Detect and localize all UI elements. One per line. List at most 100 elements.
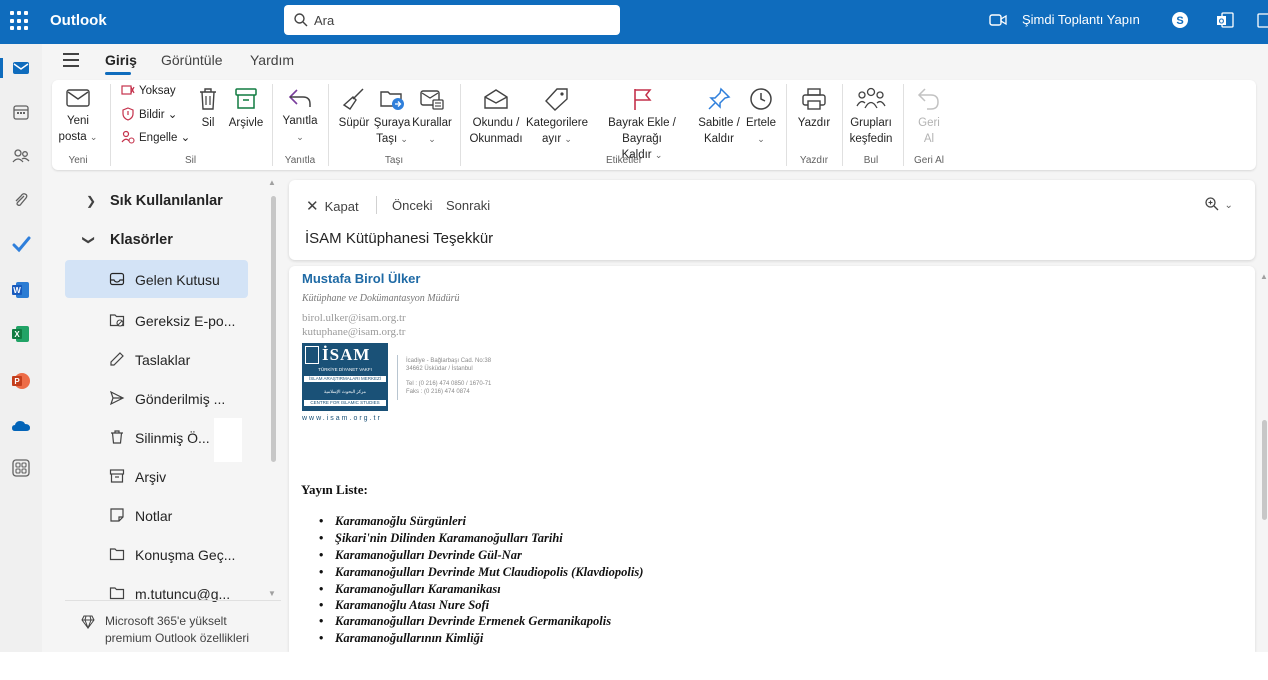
scroll-down-icon[interactable]: ▼ — [268, 589, 276, 598]
signature-email[interactable]: kutuphane@isam.org.tr — [302, 326, 405, 338]
signature-name: Mustafa Birol Ülker — [302, 271, 421, 286]
ribbon-separator — [842, 84, 843, 166]
menu-toggle-icon[interactable] — [63, 53, 81, 67]
new-mail-button[interactable]: Yeni posta ⌄ — [56, 86, 100, 145]
group-label-move: Taşı — [384, 155, 404, 166]
folder-label: Gereksiz E-po... — [135, 313, 236, 329]
group-label-delete: Sil — [184, 155, 197, 166]
diamond-icon — [81, 615, 95, 629]
favorites-header[interactable]: Sık Kullanılanlar — [110, 193, 223, 209]
archive-icon — [235, 88, 257, 109]
folder-item-sent[interactable]: Gönderilmiş ... — [65, 379, 248, 417]
folder-item-junk[interactable]: Gereksiz E-po... — [65, 301, 248, 339]
delete-button[interactable]: Sil — [193, 86, 223, 131]
delete-label: Sil — [201, 117, 215, 129]
groups-icon — [856, 87, 886, 109]
powerpoint-icon[interactable]: P — [11, 371, 31, 391]
search-box[interactable]: Ara — [284, 5, 620, 35]
archive-button[interactable]: Arşivle — [228, 86, 264, 131]
reading-header — [289, 180, 1255, 260]
svg-text:O: O — [1219, 19, 1225, 26]
people-icon[interactable] — [11, 146, 31, 166]
app-title[interactable]: Outlook — [50, 12, 107, 29]
word-icon[interactable]: W — [11, 280, 31, 300]
ribbon-separator — [460, 84, 461, 166]
chevron-down-icon: ⌄ — [167, 109, 178, 121]
flag-button[interactable]: Bayrak Ekle / Bayrağı Kaldır ⌄ — [589, 86, 695, 163]
find-groups-label-1: Grupları — [850, 117, 892, 129]
folder-item-archive[interactable]: Arşiv — [65, 457, 248, 495]
rules-button[interactable]: Kurallar ⌄ — [412, 86, 452, 147]
meet-now-button[interactable]: Şimdi Toplantı Yapın — [1022, 12, 1140, 27]
attachment-icon[interactable] — [11, 190, 31, 210]
next-button[interactable]: Sonraki — [446, 198, 490, 213]
svg-text:S: S — [1176, 15, 1183, 27]
pin-button[interactable]: Sabitle / Kaldır — [697, 86, 741, 147]
reply-button[interactable]: Yanıtla ⌄ — [279, 86, 321, 145]
report-button[interactable]: Bildir ⌄ — [121, 105, 177, 125]
group-label-tags: Etiketler — [605, 155, 643, 166]
tab-view[interactable]: Görüntüle — [161, 52, 222, 68]
folder-move-icon — [380, 91, 404, 110]
undo-button[interactable]: Geri Al — [911, 86, 947, 147]
video-camera-icon[interactable] — [989, 13, 1007, 27]
book-title: Karamanoğulları Devrinde Gül-Nar — [335, 548, 522, 562]
tab-help[interactable]: Yardım — [250, 52, 294, 68]
search-input[interactable]: Ara — [314, 13, 334, 28]
scroll-up-icon[interactable]: ▲ — [268, 178, 276, 187]
ignore-button[interactable]: Yoksay — [121, 81, 176, 101]
group-label-new: Yeni — [68, 155, 88, 166]
scroll-up-icon[interactable]: ▲ — [1260, 272, 1268, 281]
snooze-button[interactable]: Ertele ⌄ — [742, 86, 780, 147]
excel-icon[interactable]: X — [11, 324, 31, 344]
folder-item-notes[interactable]: Notlar — [65, 496, 248, 534]
folder-item-drafts[interactable]: Taslaklar — [65, 340, 248, 378]
chevron-down-icon[interactable]: ❯ — [82, 235, 96, 245]
upgrade-banner[interactable]: Microsoft 365'e yükselt premium Outlook … — [65, 600, 281, 652]
zoom-button[interactable]: ⌄ — [1204, 196, 1233, 217]
folder-label: Notlar — [135, 508, 173, 524]
calendar-icon[interactable] — [1257, 11, 1268, 29]
chevron-right-icon[interactable]: ❯ — [86, 194, 96, 208]
reply-label: Yanıtla — [282, 115, 318, 127]
tab-home[interactable]: Giriş — [105, 52, 137, 68]
read-unread-button[interactable]: Okundu / Okunmadı — [468, 86, 524, 147]
book-title: Şikari'nin Dilinden Karamanoğulları Tari… — [335, 531, 563, 545]
calendar-icon[interactable] — [11, 102, 31, 122]
mail-compose-icon — [66, 89, 90, 107]
app-launcher-icon[interactable] — [10, 11, 30, 31]
message-scrollbar[interactable] — [1262, 420, 1267, 520]
junk-icon — [109, 314, 125, 327]
folder-item-inbox[interactable]: Gelen Kutusu — [65, 260, 248, 298]
book-title: Karamanoğullarının Kimliği — [335, 631, 484, 645]
move-to-button[interactable]: Şuraya Taşı ⌄ — [373, 86, 411, 147]
print-button[interactable]: Yazdır — [794, 86, 834, 131]
previous-button[interactable]: Önceki — [392, 198, 432, 213]
more-apps-icon[interactable] — [11, 458, 31, 478]
outlook-app-icon[interactable]: O — [1216, 11, 1234, 29]
onedrive-icon[interactable] — [11, 416, 31, 436]
folder-icon — [109, 548, 125, 561]
folder-item-conversation-history[interactable]: Konuşma Geç... — [65, 535, 248, 573]
skype-icon[interactable]: S — [1171, 11, 1189, 29]
logo-subtext: İSLAM ARAŞTIRMALARI MERKEZİ — [304, 376, 386, 382]
mail-icon[interactable] — [11, 58, 31, 78]
inbox-icon — [109, 272, 125, 286]
read-unread-label-2: Okunmadı — [469, 133, 523, 145]
block-button[interactable]: Engelle ⌄ — [121, 128, 190, 148]
categorize-button[interactable]: Kategorilere ayır ⌄ — [526, 86, 588, 147]
undo-label-2: Al — [923, 133, 935, 145]
folders-header[interactable]: Klasörler — [110, 232, 173, 248]
chevron-down-icon: ⌄ — [400, 134, 408, 144]
find-groups-button[interactable]: Grupları keşfedin — [848, 86, 894, 147]
signature-email[interactable]: birol.ulker@isam.org.tr — [302, 312, 406, 324]
todo-icon[interactable] — [11, 234, 31, 254]
notes-icon — [110, 508, 124, 522]
active-tab-indicator — [105, 72, 131, 75]
rules-icon — [420, 90, 444, 110]
sweep-button[interactable]: Süpür — [336, 86, 372, 131]
active-indicator — [0, 58, 3, 78]
close-button[interactable]: ✕ Kapat — [306, 197, 359, 215]
folder-scrollbar[interactable] — [271, 196, 276, 462]
pin-label-2: Kaldır — [703, 133, 735, 145]
